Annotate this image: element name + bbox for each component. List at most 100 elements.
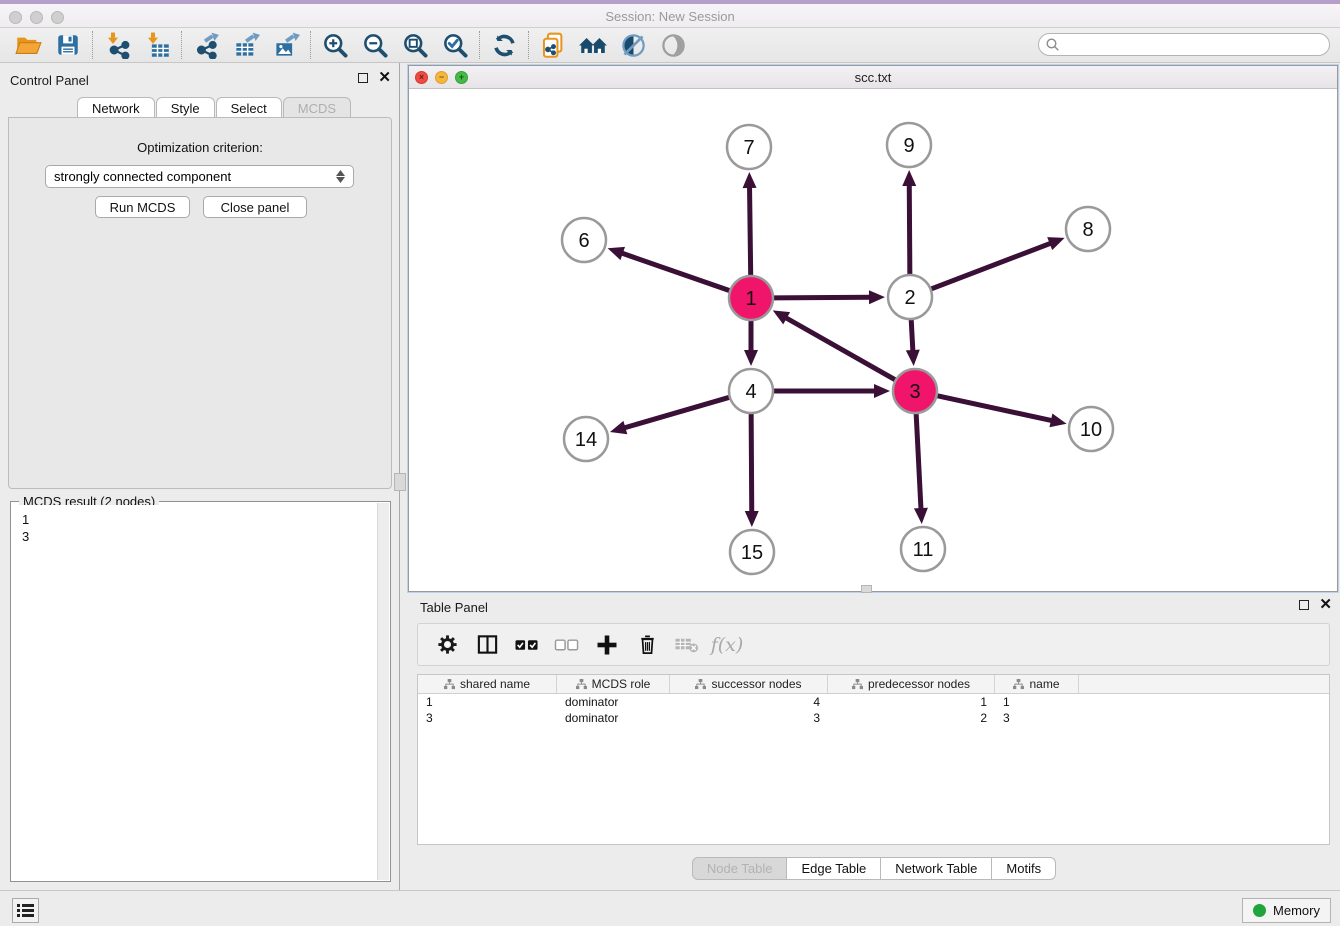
float-panel-icon[interactable]	[358, 73, 368, 83]
add-row-button[interactable]	[592, 629, 622, 661]
table-row[interactable]: 3dominator323	[418, 710, 1329, 726]
column-header-successor-nodes[interactable]: successor nodes	[670, 675, 828, 693]
graph-edge[interactable]	[785, 317, 895, 379]
graph-edge[interactable]	[750, 186, 751, 275]
graph-edge[interactable]	[916, 414, 921, 510]
graph-edge[interactable]	[931, 243, 1051, 289]
mcds-result-list[interactable]: 13	[12, 505, 377, 880]
graph-node-3[interactable]: 3	[893, 369, 937, 413]
graph-node-1[interactable]: 1	[729, 276, 773, 320]
tab-network-table[interactable]: Network Table	[881, 857, 992, 880]
column-header-name[interactable]: name	[995, 675, 1079, 693]
log-console-button[interactable]	[12, 898, 39, 923]
table-row[interactable]: 1dominator411	[418, 694, 1329, 710]
search-input[interactable]	[1061, 36, 1329, 54]
zoom-out-button[interactable]	[355, 30, 395, 60]
export-network-button[interactable]	[186, 30, 226, 60]
graph-node-10[interactable]: 10	[1069, 407, 1113, 451]
graph-node-4[interactable]: 4	[729, 369, 773, 413]
run-mcds-button[interactable]: Run MCDS	[95, 196, 190, 218]
close-panel-button[interactable]: Close panel	[203, 196, 307, 218]
open-session-button[interactable]	[8, 30, 48, 60]
zoom-in-button[interactable]	[315, 30, 355, 60]
delete-row-button[interactable]	[632, 629, 662, 661]
tab-node-table[interactable]: Node Table	[692, 857, 788, 880]
table-settings-button[interactable]	[432, 629, 462, 661]
select-all-columns-button[interactable]	[512, 629, 542, 661]
zoom-selected-button[interactable]	[435, 30, 475, 60]
graph-edge[interactable]	[621, 253, 729, 291]
network-canvas-svg: 7 9 6 8 1 2 4 3 14 10 15 11	[410, 90, 1336, 591]
graph-node-2[interactable]: 2	[888, 275, 932, 319]
mcds-result-line: 3	[22, 528, 377, 545]
graph-edge[interactable]	[937, 396, 1052, 421]
unchecked-boxes-icon	[554, 633, 580, 656]
graph-node-11[interactable]: 11	[901, 527, 945, 571]
svg-text:2: 2	[904, 287, 915, 309]
graph-node-8[interactable]: 8	[1066, 207, 1110, 251]
network-canvas[interactable]: 7 9 6 8 1 2 4 3 14 10 15 11	[410, 90, 1336, 591]
table-cell[interactable]: dominator	[557, 710, 670, 726]
delete-table-button[interactable]	[672, 629, 702, 661]
sort-icon	[695, 679, 706, 690]
tab-style[interactable]: Style	[156, 97, 215, 118]
svg-text:8: 8	[1082, 219, 1093, 241]
memory-button[interactable]: Memory	[1242, 898, 1331, 923]
graph-edge[interactable]	[909, 184, 910, 274]
graph-node-14[interactable]: 14	[564, 417, 608, 461]
hide-graphics-details-button[interactable]	[613, 30, 653, 60]
criterion-dropdown-value: strongly connected component	[54, 169, 231, 184]
table-cell[interactable]: 1	[418, 694, 557, 710]
export-table-button[interactable]	[226, 30, 266, 60]
birdseye-view-button[interactable]	[653, 30, 693, 60]
graph-node-7[interactable]: 7	[727, 125, 771, 169]
table-cell[interactable]: 1	[995, 694, 1079, 710]
network-window-titlebar[interactable]: × − + scc.txt	[409, 66, 1337, 89]
function-builder-button[interactable]: f(x)	[712, 629, 742, 661]
save-session-button[interactable]	[48, 30, 88, 60]
tab-motifs[interactable]: Motifs	[992, 857, 1056, 880]
graph-edge[interactable]	[751, 414, 752, 513]
save-icon	[55, 32, 81, 58]
table-cell[interactable]: 3	[670, 710, 828, 726]
unselect-all-columns-button[interactable]	[552, 629, 582, 661]
apply-layout-button[interactable]	[484, 30, 524, 60]
export-image-button[interactable]	[266, 30, 306, 60]
table-cell[interactable]: 3	[995, 710, 1079, 726]
close-table-panel-icon[interactable]: ✕	[1319, 600, 1332, 610]
table-cell[interactable]: dominator	[557, 694, 670, 710]
graph-node-9[interactable]: 9	[887, 123, 931, 167]
tab-edge-table[interactable]: Edge Table	[787, 857, 881, 880]
search-field[interactable]	[1038, 33, 1330, 56]
tab-network[interactable]: Network	[77, 97, 155, 118]
import-table-button[interactable]	[137, 30, 177, 60]
vertical-split-grip[interactable]	[394, 473, 406, 491]
graph-node-6[interactable]: 6	[562, 218, 606, 262]
graph-edge[interactable]	[774, 297, 871, 298]
clone-network-button[interactable]	[533, 30, 573, 60]
tab-select[interactable]: Select	[216, 97, 282, 118]
toolbar-separator	[310, 31, 311, 59]
show-column-button[interactable]	[472, 629, 502, 661]
table-cell[interactable]: 4	[670, 694, 828, 710]
tab-mcds[interactable]: MCDS	[283, 97, 351, 118]
session-title: Session: New Session	[0, 9, 1340, 24]
table-cell[interactable]: 3	[418, 710, 557, 726]
result-scrollbar[interactable]	[377, 503, 389, 880]
close-panel-icon[interactable]: ✕	[378, 73, 391, 83]
import-network-button[interactable]	[97, 30, 137, 60]
horizontal-split-grip[interactable]	[861, 585, 872, 593]
table-cell[interactable]: 2	[828, 710, 995, 726]
criterion-dropdown[interactable]: strongly connected component	[45, 165, 354, 188]
graph-edge[interactable]	[623, 397, 728, 428]
table-cell[interactable]: 1	[828, 694, 995, 710]
graph-edge[interactable]	[911, 320, 913, 352]
home-button[interactable]	[573, 30, 613, 60]
graph-node-15[interactable]: 15	[730, 530, 774, 574]
zoom-fit-button[interactable]	[395, 30, 435, 60]
float-table-panel-icon[interactable]	[1299, 600, 1309, 610]
column-header-shared-name[interactable]: shared name	[418, 675, 557, 693]
column-header-predecessor-nodes[interactable]: predecessor nodes	[828, 675, 995, 693]
column-header-MCDS-role[interactable]: MCDS role	[557, 675, 670, 693]
status-bar: Memory	[0, 890, 1340, 926]
